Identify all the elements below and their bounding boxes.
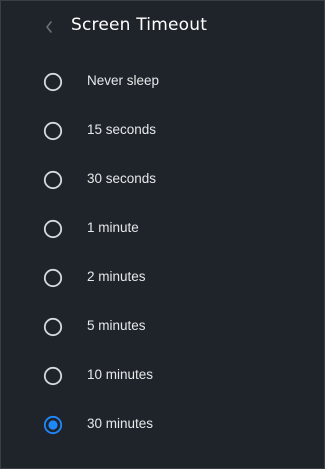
option-label: 30 minutes [87, 416, 154, 431]
chevron-left-icon [46, 21, 52, 33]
radio-ring [43, 121, 63, 141]
page-title: Screen Timeout [71, 15, 208, 35]
radio-button[interactable] [43, 268, 63, 288]
option-30-minutes[interactable]: 30 minutes [1, 405, 324, 445]
radio-button[interactable] [43, 366, 63, 386]
option-15-seconds[interactable]: 15 seconds [1, 111, 324, 151]
option-label: 2 minutes [87, 269, 146, 284]
radio-dot [48, 420, 58, 430]
radio-ring [43, 219, 63, 239]
radio-ring [43, 366, 63, 386]
option-5-minutes[interactable]: 5 minutes [1, 307, 324, 347]
option-10-minutes[interactable]: 10 minutes [1, 356, 324, 396]
back-button[interactable] [39, 17, 59, 37]
radio-ring [43, 72, 63, 92]
radio-ring [43, 317, 63, 337]
radio-button[interactable] [43, 317, 63, 337]
option-label: 15 seconds [87, 122, 157, 137]
option-never-sleep[interactable]: Never sleep [1, 62, 324, 102]
radio-button[interactable] [43, 415, 63, 435]
radio-button[interactable] [43, 121, 63, 141]
header: Screen Timeout [1, 9, 324, 45]
option-label: 1 minute [87, 220, 139, 235]
option-2-minutes[interactable]: 2 minutes [1, 258, 324, 298]
radio-button[interactable] [43, 72, 63, 92]
option-label: 5 minutes [87, 318, 146, 333]
screen-timeout-panel: Screen Timeout Never sleep 15 seconds 30… [0, 0, 325, 469]
option-30-seconds[interactable]: 30 seconds [1, 160, 324, 200]
radio-ring [43, 170, 63, 190]
option-label: Never sleep [87, 73, 160, 88]
radio-button[interactable] [43, 219, 63, 239]
radio-button[interactable] [43, 170, 63, 190]
option-label: 10 minutes [87, 367, 154, 382]
option-label: 30 seconds [87, 171, 157, 186]
option-1-minute[interactable]: 1 minute [1, 209, 324, 249]
radio-ring [43, 268, 63, 288]
